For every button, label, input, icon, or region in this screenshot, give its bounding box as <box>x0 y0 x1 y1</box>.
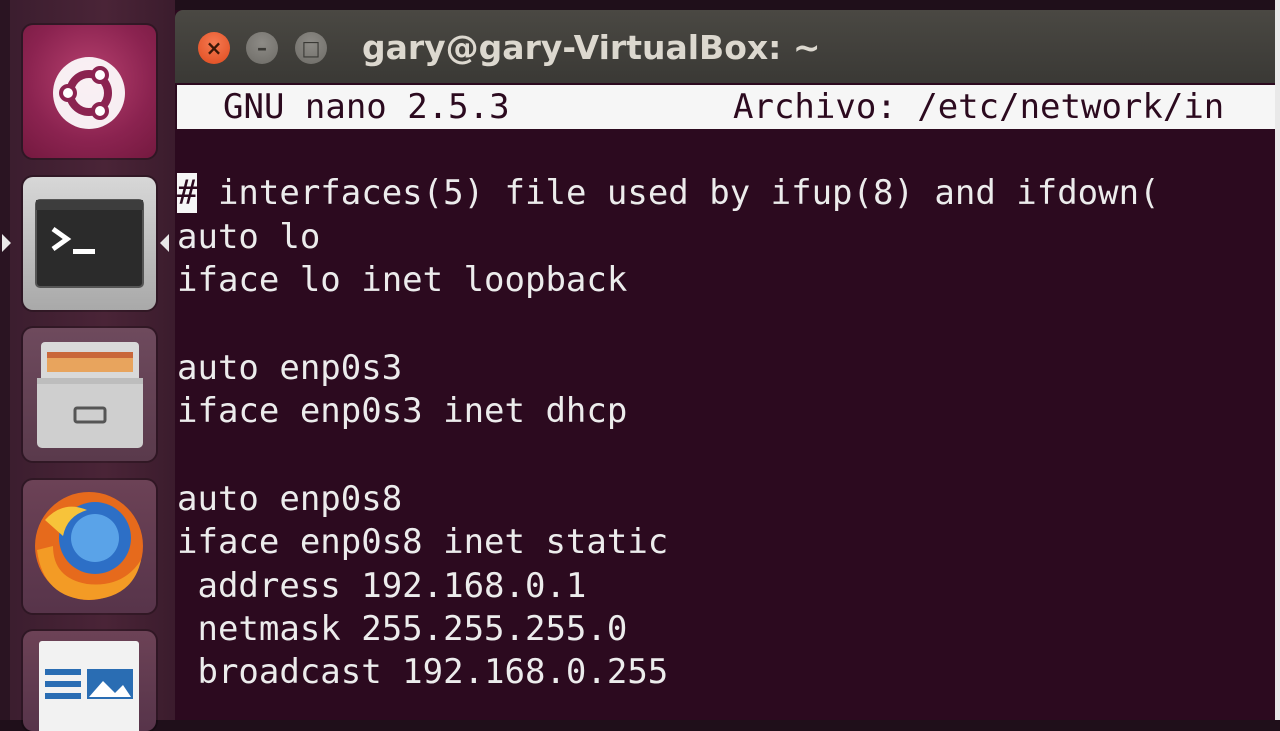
file-line: iface lo inet loopback <box>177 260 628 300</box>
nano-filename: Archivo: /etc/network/in <box>733 87 1225 127</box>
libreoffice-writer-launcher-button[interactable] <box>23 631 156 731</box>
minimize-button[interactable]: – <box>246 32 278 64</box>
firefox-icon <box>35 492 143 600</box>
file-line: address 192.168.0.1 <box>177 566 587 606</box>
terminal-icon <box>35 199 144 288</box>
launcher-edge <box>0 0 10 720</box>
file-line: netmask 255.255.255.0 <box>177 609 628 649</box>
nano-version: GNU nano 2.5.3 <box>223 87 510 127</box>
text-cursor: # <box>177 173 198 213</box>
firefox-launcher-button[interactable] <box>23 480 156 613</box>
terminal-content[interactable]: GNU nano 2.5.3 Archivo: /etc/network/in … <box>175 83 1275 720</box>
file-line: # interfaces(5) file used by ifup(8) and… <box>177 172 1160 215</box>
nano-header: GNU nano 2.5.3 Archivo: /etc/network/in <box>177 85 1275 129</box>
active-indicator-left <box>2 234 11 252</box>
files-launcher-button[interactable] <box>23 328 156 461</box>
ubuntu-dash-icon <box>53 57 125 129</box>
file-line: iface enp0s8 inet static <box>177 522 669 562</box>
launcher <box>0 0 175 731</box>
close-button[interactable]: × <box>198 32 230 64</box>
terminal-launcher-button[interactable] <box>23 177 156 310</box>
ubuntu-dash-button[interactable] <box>23 25 156 158</box>
maximize-icon: □ <box>301 36 321 60</box>
minimize-icon: – <box>257 36 267 60</box>
file-line-text: interfaces(5) file used by ifup(8) and i… <box>197 173 1160 213</box>
window-title: gary@gary-VirtualBox: ~ <box>362 28 821 67</box>
file-line: iface enp0s3 inet dhcp <box>177 391 628 431</box>
maximize-button[interactable]: □ <box>295 32 327 64</box>
titlebar[interactable]: × – □ gary@gary-VirtualBox: ~ <box>175 10 1280 83</box>
file-line: auto enp0s8 <box>177 479 403 519</box>
file-line: broadcast 192.168.0.255 <box>177 652 669 692</box>
files-icon <box>37 342 143 448</box>
window-right-edge <box>1275 0 1280 720</box>
file-line: auto lo <box>177 217 321 257</box>
file-line: auto enp0s3 <box>177 348 403 388</box>
close-icon: × <box>205 36 223 60</box>
libreoffice-writer-icon <box>39 641 139 731</box>
active-indicator-right <box>160 234 169 252</box>
terminal-window: × – □ gary@gary-VirtualBox: ~ GNU nano 2… <box>175 10 1280 720</box>
